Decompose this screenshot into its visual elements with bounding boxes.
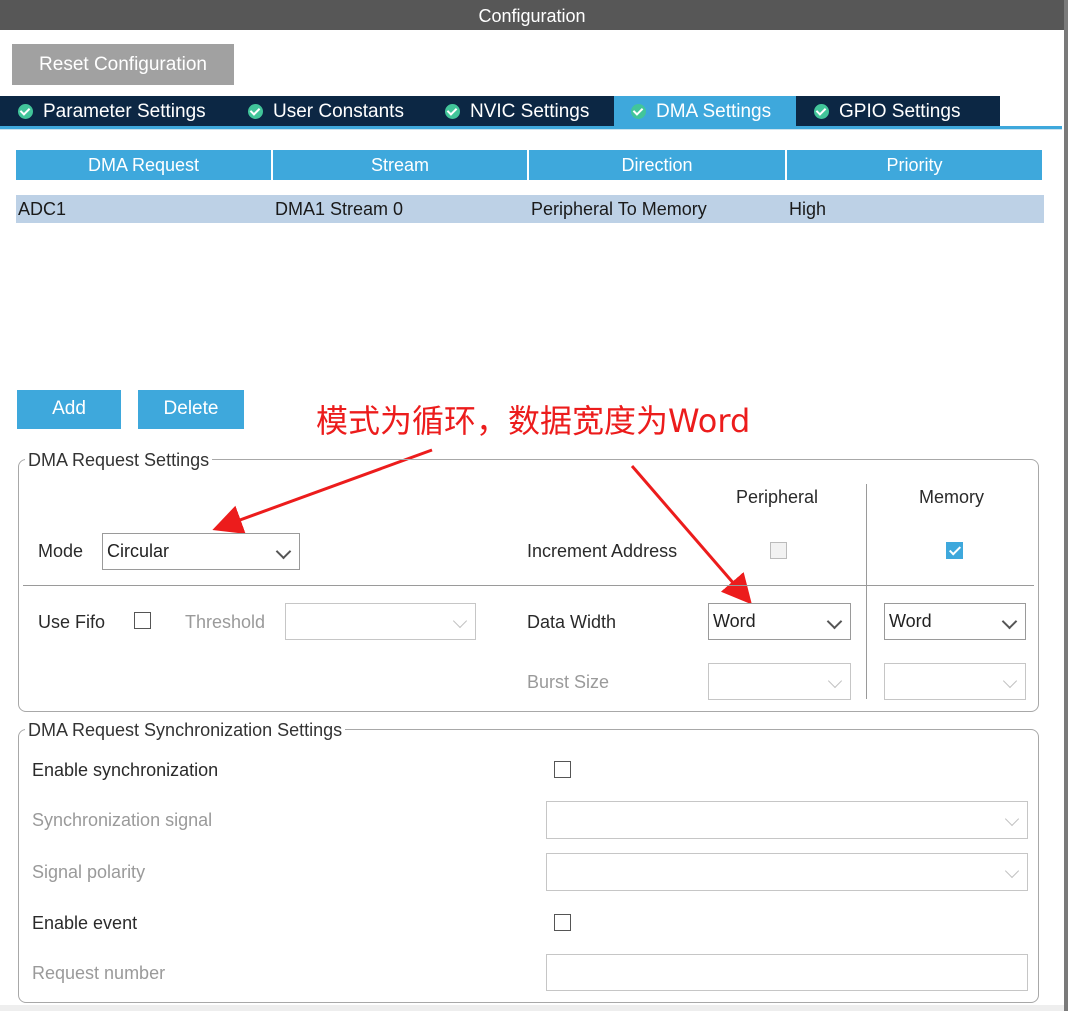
burst-size-peripheral-select[interactable]	[708, 663, 851, 700]
dma-request-settings-legend: DMA Request Settings	[25, 450, 213, 471]
chevron-down-icon	[1001, 613, 1018, 630]
sync-settings-legend: DMA Request Synchronization Settings	[25, 720, 346, 741]
enable-event-label: Enable event	[32, 913, 138, 933]
chevron-down-icon	[1004, 863, 1020, 879]
row-divider	[23, 585, 1034, 586]
use-fifo-checkbox[interactable]	[134, 612, 151, 629]
signal-polarity-label: Signal polarity	[32, 862, 146, 882]
request-number-label: Request number	[32, 963, 166, 983]
synchronization-signal-label: Synchronization signal	[32, 810, 213, 830]
data-width-memory-select[interactable]: Word	[884, 603, 1026, 640]
memory-header: Memory	[919, 487, 985, 507]
chevron-down-icon	[826, 613, 843, 630]
signal-polarity-select[interactable]	[546, 853, 1028, 891]
chevron-down-icon	[1004, 811, 1020, 827]
chevron-down-icon	[827, 673, 843, 689]
chevron-down-icon	[275, 543, 292, 560]
burst-size-label: Burst Size	[527, 672, 610, 692]
chevron-down-icon	[1002, 673, 1018, 689]
bottom-edge	[0, 1005, 1064, 1011]
increment-address-label: Increment Address	[527, 541, 678, 561]
data-width-memory-value: Word	[889, 611, 932, 631]
threshold-select[interactable]	[285, 603, 476, 640]
threshold-label: Threshold	[185, 612, 266, 632]
increment-peripheral-checkbox[interactable]	[770, 542, 787, 559]
peripheral-header: Peripheral	[736, 487, 819, 507]
burst-size-memory-select[interactable]	[884, 663, 1026, 700]
data-width-peripheral-select[interactable]: Word	[708, 603, 851, 640]
request-number-input[interactable]	[546, 954, 1028, 991]
enable-event-checkbox[interactable]	[554, 914, 571, 931]
data-width-peripheral-value: Word	[713, 611, 756, 631]
mode-value: Circular	[107, 541, 170, 561]
data-width-label: Data Width	[527, 612, 617, 632]
synchronization-signal-select[interactable]	[546, 801, 1028, 839]
mode-select[interactable]: Circular	[102, 533, 300, 570]
chevron-down-icon	[452, 613, 468, 629]
enable-synchronization-label: Enable synchronization	[32, 760, 219, 780]
use-fifo-label: Use Fifo	[38, 612, 106, 632]
mode-label: Mode	[38, 541, 84, 561]
enable-synchronization-checkbox[interactable]	[554, 761, 571, 778]
column-divider	[866, 484, 867, 699]
increment-memory-checkbox[interactable]	[946, 542, 963, 559]
